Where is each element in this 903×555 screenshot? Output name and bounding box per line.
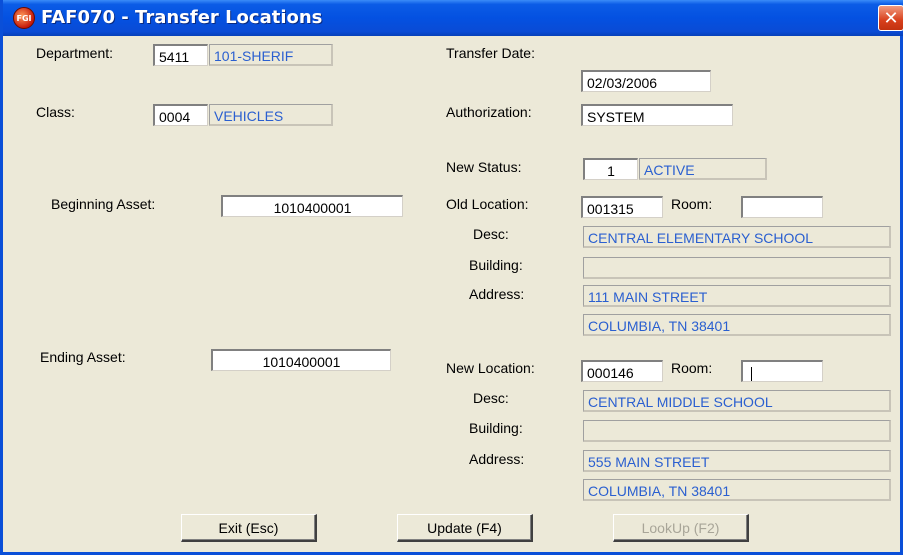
authorization-field[interactable]: SYSTEM xyxy=(581,104,733,126)
transfer-date-label: Transfer Date: xyxy=(446,45,535,61)
beginning-asset-field[interactable]: 1010400001 xyxy=(221,195,403,217)
old-room-field[interactable] xyxy=(741,196,823,218)
old-building-label: Building: xyxy=(469,257,523,273)
department-code-field[interactable]: 5411 xyxy=(153,44,208,66)
old-address-label: Address: xyxy=(469,286,525,302)
title-bar[interactable]: FGI FAF070 - Transfer Locations ✕ xyxy=(3,0,903,36)
old-location-code-field[interactable]: 001315 xyxy=(581,196,663,218)
class-name-field: VEHICLES xyxy=(209,104,333,126)
new-room-label: Room: xyxy=(671,360,713,376)
text-cursor xyxy=(751,366,752,381)
old-address-line2-field: COLUMBIA, TN 38401 xyxy=(583,314,891,336)
app-icon: FGI xyxy=(13,7,35,29)
department-name-field: 101-SHERIF xyxy=(209,44,333,66)
new-address-line2-field: COLUMBIA, TN 38401 xyxy=(583,479,891,501)
old-desc-label: Desc: xyxy=(473,226,509,242)
new-room-field[interactable] xyxy=(741,360,823,382)
close-icon: ✕ xyxy=(883,7,899,29)
exit-button[interactable]: Exit (Esc) xyxy=(181,514,317,542)
update-button[interactable]: Update (F4) xyxy=(397,514,533,542)
authorization-label: Authorization: xyxy=(446,104,532,120)
close-button[interactable]: ✕ xyxy=(878,5,903,31)
ending-asset-label: Ending Asset: xyxy=(40,349,126,365)
department-label: Department: xyxy=(36,45,114,61)
new-status-label: New Status: xyxy=(446,159,522,175)
old-desc-field: CENTRAL ELEMENTARY SCHOOL xyxy=(583,226,891,248)
new-address-line1-field: 555 MAIN STREET xyxy=(583,450,891,472)
new-desc-field: CENTRAL MIDDLE SCHOOL xyxy=(583,390,891,412)
class-label: Class: xyxy=(36,104,75,120)
new-building-field xyxy=(583,420,891,442)
new-location-label: New Location: xyxy=(446,360,535,376)
new-status-code-field[interactable]: 1 xyxy=(583,158,638,180)
old-building-field xyxy=(583,257,891,279)
old-address-line1-field: 111 MAIN STREET xyxy=(583,285,891,307)
ending-asset-field[interactable]: 1010400001 xyxy=(211,349,391,371)
new-building-label: Building: xyxy=(469,420,523,436)
new-location-code-field[interactable]: 000146 xyxy=(581,360,663,382)
old-location-label: Old Location: xyxy=(446,196,529,212)
transfer-date-field[interactable]: 02/03/2006 xyxy=(581,70,711,92)
transfer-locations-window: FGI FAF070 - Transfer Locations ✕ Depart… xyxy=(0,0,903,555)
beginning-asset-label: Beginning Asset: xyxy=(51,196,156,212)
class-code-field[interactable]: 0004 xyxy=(153,104,208,126)
old-room-label: Room: xyxy=(671,196,713,212)
lookup-button[interactable]: LookUp (F2) xyxy=(613,514,749,542)
window-title: FAF070 - Transfer Locations xyxy=(41,7,323,28)
new-address-label: Address: xyxy=(469,451,525,467)
new-desc-label: Desc: xyxy=(473,390,509,406)
new-status-name-field: ACTIVE xyxy=(639,158,767,180)
